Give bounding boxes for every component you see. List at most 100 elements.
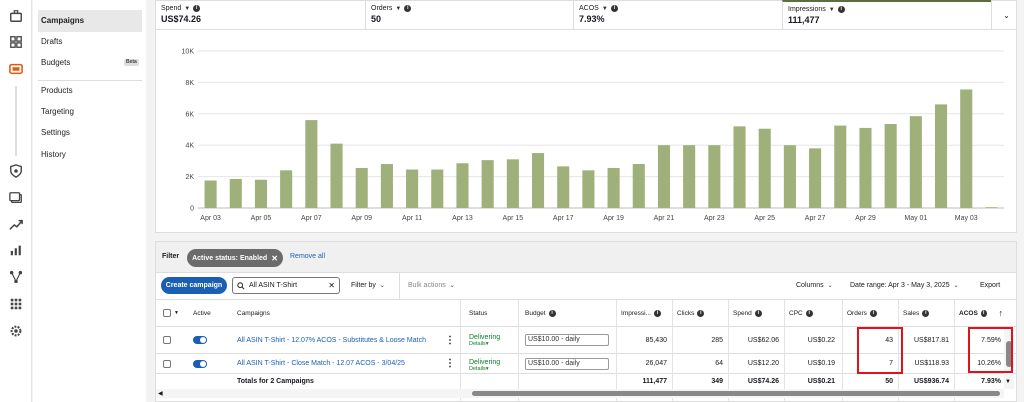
metric-acos[interactable]: ACOS ▼ i 7.93% <box>573 1 782 30</box>
scrollbar-thumb[interactable] <box>472 391 1000 396</box>
bulk-actions-label: Bulk actions <box>408 282 446 289</box>
nav-item-products[interactable]: Products <box>38 80 142 102</box>
toggle-switch[interactable] <box>193 359 207 368</box>
chevron-down-icon[interactable]: ▼ <box>602 6 608 12</box>
date-range-dropdown[interactable]: Date range: Apr 3 - May 3, 2025 ⌄ <box>850 282 959 289</box>
header-cpc[interactable]: CPC i <box>786 300 836 326</box>
header-budget[interactable]: Budget i <box>522 300 572 326</box>
chart-bar <box>582 170 595 208</box>
info-icon[interactable]: i <box>837 6 845 13</box>
header-orders[interactable]: Orders i <box>844 300 894 326</box>
totals-label: Totals for 2 Campaigns <box>237 378 314 385</box>
x-tick-label: Apr 05 <box>251 215 272 222</box>
x-tick-label: Apr 07 <box>301 215 322 222</box>
more-options-icon[interactable]: ⋮ <box>442 327 456 353</box>
nav-item-drafts[interactable]: Drafts <box>38 31 142 53</box>
nav-item-campaigns[interactable]: Campaigns <box>38 10 142 32</box>
info-icon[interactable]: i <box>980 309 987 317</box>
metric-value: US$74.26 <box>161 14 202 24</box>
briefcase-icon[interactable] <box>7 7 25 25</box>
chart-bar <box>330 143 343 208</box>
row-checkbox[interactable] <box>163 336 171 344</box>
growth-icon[interactable] <box>7 216 25 234</box>
scroll-left-icon[interactable]: ◀ <box>158 390 163 397</box>
reports-icon[interactable] <box>7 241 25 259</box>
campaign-link[interactable]: All ASIN T-Shirt - 12.07% ACOS - Substit… <box>234 327 439 353</box>
info-icon[interactable]: i <box>653 309 661 317</box>
nav-item-budgets[interactable]: Budgets Beta <box>38 52 142 74</box>
select-all-checkbox[interactable] <box>163 309 171 317</box>
bulk-actions-dropdown[interactable]: Bulk actions ⌄ <box>408 282 455 289</box>
create-campaign-button[interactable]: Create campaign <box>161 277 227 294</box>
header-status[interactable]: Status <box>466 300 516 326</box>
sort-ascending-icon[interactable]: ↑ <box>999 308 1004 318</box>
search-input[interactable]: All ASIN T-Shirt ✕ <box>232 277 340 294</box>
remove-all-link[interactable]: Remove all <box>290 253 325 260</box>
row-checkbox[interactable] <box>163 359 171 368</box>
row-select[interactable] <box>160 354 186 373</box>
shield-icon[interactable] <box>7 162 25 180</box>
apps-grid-icon[interactable] <box>7 295 25 313</box>
metric-orders[interactable]: Orders ▼ i 50 <box>365 1 573 30</box>
info-icon[interactable]: i <box>922 309 930 317</box>
details-link[interactable]: Details▾ <box>469 366 489 372</box>
x-tick-label: Apr 11 <box>402 215 422 222</box>
metric-impressions[interactable]: Impressions ▼ i 111,477 <box>782 0 991 29</box>
row-select[interactable] <box>160 327 186 353</box>
x-tick-label: Apr 03 <box>200 215 221 222</box>
header-active[interactable]: Active <box>190 300 230 326</box>
header-acos[interactable]: ACOS i ↑ <box>956 300 1006 326</box>
budget-input[interactable]: US$10.00 - daily <box>525 357 609 370</box>
columns-dropdown[interactable]: Columns ⌄ <box>796 282 833 289</box>
nav-item-history[interactable]: History <box>38 144 142 166</box>
campaign-manager-icon[interactable] <box>7 60 25 78</box>
chevron-down-icon[interactable]: ▼ <box>395 6 401 12</box>
info-icon[interactable]: i <box>404 5 412 12</box>
network-icon[interactable] <box>7 268 25 286</box>
info-icon[interactable]: i <box>548 309 556 317</box>
info-icon[interactable]: i <box>869 309 877 317</box>
nav-label: Settings <box>41 128 70 137</box>
more-options-icon[interactable]: ⋮ <box>442 354 456 373</box>
active-toggle[interactable] <box>190 354 230 373</box>
active-toggle[interactable] <box>190 327 230 353</box>
header-spend[interactable]: Spend i <box>730 300 780 326</box>
x-tick-label: Apr 25 <box>754 215 775 222</box>
budget-input[interactable]: US$10.00 - daily <box>525 334 609 346</box>
campaign-link[interactable]: All ASIN T-Shirt - Close Match - 12.07 A… <box>234 354 439 373</box>
chevron-down-icon[interactable]: ▼ <box>174 310 179 316</box>
details-link[interactable]: Details▾ <box>469 341 489 347</box>
header-impressions[interactable]: Impressi... i <box>618 300 670 326</box>
horizontal-scrollbar[interactable]: ◀ <box>156 389 1004 398</box>
close-icon[interactable]: ✕ <box>271 254 278 263</box>
header-campaigns[interactable]: Campaigns <box>234 300 314 326</box>
toggle-switch[interactable] <box>193 336 207 344</box>
header-sales[interactable]: Sales i <box>900 300 950 326</box>
metric-label: Spend <box>161 5 182 12</box>
info-icon[interactable]: i <box>697 309 705 317</box>
chevron-down-icon[interactable]: ▼ <box>184 6 190 12</box>
chevron-down-icon[interactable]: ▼ <box>829 7 835 13</box>
select-all-header[interactable]: ▼ <box>160 300 186 326</box>
filter-chip[interactable]: Active status: Enabled ✕ <box>187 249 283 267</box>
clear-search-icon[interactable]: ✕ <box>328 281 335 290</box>
nav-item-targeting[interactable]: Targeting <box>38 101 142 123</box>
budget-cell[interactable]: US$10.00 - daily <box>522 354 614 373</box>
header-clicks[interactable]: Clicks i <box>674 300 724 326</box>
metrics-expand-button[interactable]: ⌄ <box>991 1 1016 30</box>
metrics-strip: Spend ▼ i US$74.26 Orders ▼ i 50 ACOS ▼ i 7.93… <box>155 0 1017 30</box>
settings-icon[interactable] <box>7 322 25 340</box>
nav-item-settings[interactable]: Settings <box>38 122 142 144</box>
scroll-down-icon[interactable]: ▼ <box>1005 379 1011 385</box>
info-icon[interactable]: i <box>193 5 201 12</box>
info-icon[interactable]: i <box>805 309 813 317</box>
metric-spend[interactable]: Spend ▼ i US$74.26 <box>156 1 365 30</box>
media-icon[interactable] <box>7 189 25 207</box>
dashboard-icon[interactable] <box>7 33 25 51</box>
side-navigation: Campaigns Drafts Budgets Beta Products Ta… <box>33 0 146 402</box>
info-icon[interactable]: i <box>754 309 762 317</box>
export-button[interactable]: Export <box>980 282 1000 289</box>
filter-by-dropdown[interactable]: Filter by ⌄ <box>351 282 385 289</box>
budget-cell[interactable]: US$10.00 - daily <box>522 327 614 353</box>
info-icon[interactable]: i <box>610 5 618 12</box>
